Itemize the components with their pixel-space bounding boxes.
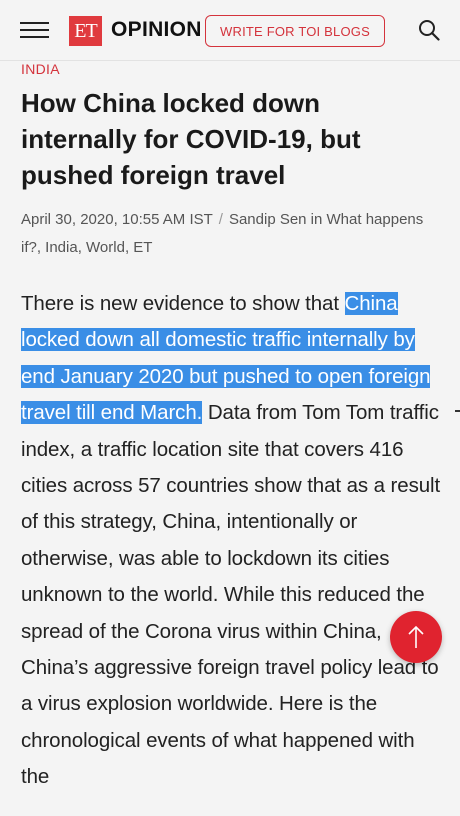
meta-separator: / [218,211,223,228]
arrow-up-icon [408,625,424,648]
body-rest: Data from Tom Tom traffic index, a traff… [21,401,441,789]
scroll-to-top-button[interactable] [390,611,442,663]
article-date: April 30, 2020, 10:55 AM IST [21,211,213,228]
top-header: ET OPINION WRITE FOR TOI BLOGS [0,0,460,61]
section-title[interactable]: OPINION [111,18,202,42]
article-body: There is new evidence to show that China… [21,286,441,796]
article-category[interactable]: INDIA [21,61,60,77]
scroll-edge-mark [455,410,460,412]
article-headline: How China locked down internally for COV… [21,88,361,190]
body-intro: There is new evidence to show that [21,292,345,315]
hamburger-menu-icon[interactable] [20,20,49,40]
article-meta: April 30, 2020, 10:55 AM IST / Sandip Sen … [21,206,441,262]
write-for-toi-blogs-button[interactable]: WRITE FOR TOI BLOGS [205,15,385,47]
search-icon[interactable] [418,19,440,41]
et-logo[interactable]: ET [69,16,102,46]
